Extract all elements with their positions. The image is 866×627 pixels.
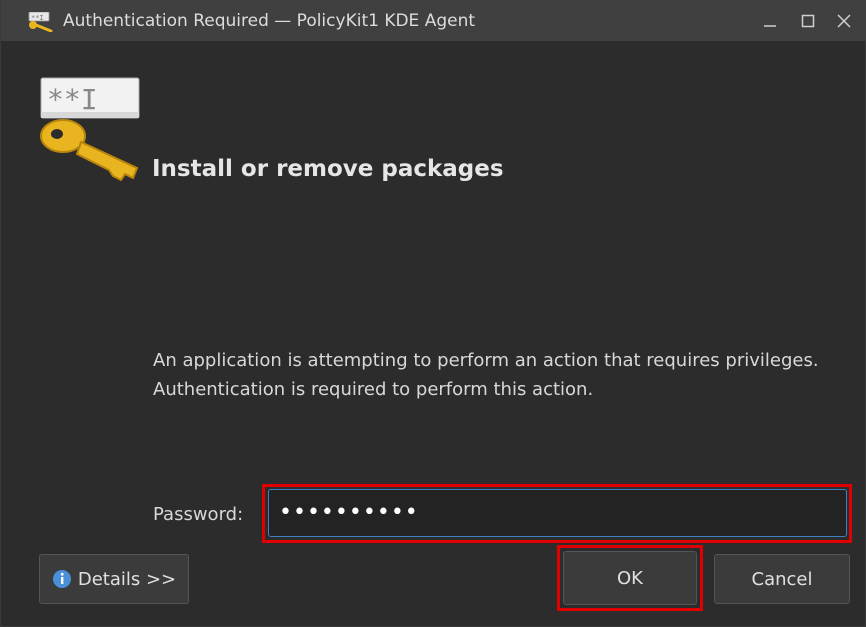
ok-button[interactable]: OK (563, 551, 697, 605)
password-field[interactable]: •••••••••• (268, 489, 847, 537)
cancel-button-label: Cancel (751, 568, 813, 590)
close-button[interactable] (831, 8, 857, 34)
info-icon (52, 570, 71, 588)
cancel-button[interactable]: Cancel (714, 554, 850, 604)
action-title: Install or remove packages (152, 156, 504, 182)
details-button[interactable]: Details >> (39, 554, 189, 604)
ok-button-label: OK (617, 567, 643, 589)
minimize-button[interactable] (757, 8, 783, 34)
svg-text:**I: **I (31, 14, 44, 22)
minimize-icon (764, 25, 776, 27)
details-button-label: Details >> (77, 568, 177, 590)
svg-text:**I: **I (47, 83, 98, 116)
window-title: Authentication Required — PolicyKit1 KDE… (63, 11, 476, 31)
title-bar[interactable]: **I Authentication Required — PolicyKit1… (1, 0, 866, 41)
password-key-icon: **I (40, 77, 140, 182)
maximize-button[interactable] (795, 8, 821, 34)
auth-description: An application is attempting to perform … (153, 350, 819, 400)
maximize-icon (801, 14, 815, 28)
auth-dialog: **I Authentication Required — PolicyKit1… (0, 0, 866, 627)
close-icon (837, 14, 851, 28)
password-label: Password: (153, 504, 244, 525)
policykit-icon: **I (28, 12, 53, 32)
